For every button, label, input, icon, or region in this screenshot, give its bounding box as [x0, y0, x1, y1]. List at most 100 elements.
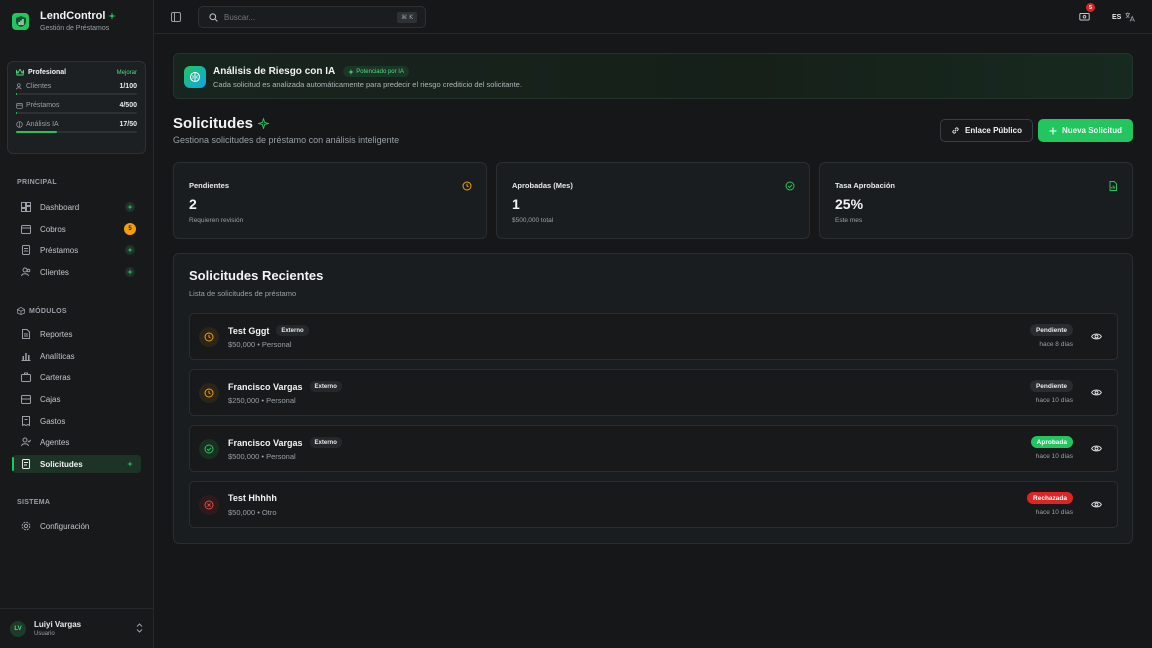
- sidebar-item-prestamos[interactable]: Préstamos: [12, 241, 141, 259]
- sidebar-item-agentes[interactable]: Agentes: [12, 433, 141, 451]
- sparkle-icon: [125, 202, 135, 212]
- sidebar-item-reportes[interactable]: Reportes: [12, 325, 141, 343]
- search-box[interactable]: ⌘ K: [198, 6, 426, 28]
- recent-requests-panel: Solicitudes Recientes Lista de solicitud…: [173, 253, 1133, 544]
- source-tag: Externo: [309, 437, 342, 448]
- usage-value-analisis: 17/50: [119, 121, 137, 128]
- sidebar: LendControl Gestión de Préstamos Profesi…: [0, 0, 154, 648]
- status-badge: Pendiente: [1029, 324, 1073, 336]
- sidebar-item-label: Solicitudes: [40, 459, 83, 469]
- sidebar-item-dashboard[interactable]: Dashboard: [12, 198, 141, 216]
- page-subtitle: Gestiona solicitudes de préstamo con aná…: [173, 135, 400, 145]
- brain-icon: [184, 66, 206, 88]
- page-title: Solicitudes: [173, 115, 254, 132]
- applicant-name: Test Gggt: [228, 325, 270, 336]
- usage-value-prestamos: 4/500: [119, 102, 137, 109]
- file-chart-icon: [1109, 181, 1117, 191]
- sidebar-item-cobros[interactable]: Cobros 5: [12, 220, 141, 238]
- brand[interactable]: LendControl Gestión de Préstamos: [12, 10, 117, 32]
- user-menu[interactable]: LV Luiyi Vargas Usuario: [0, 608, 153, 648]
- panel-subtitle: Lista de solicitudes de préstamo: [189, 289, 297, 298]
- sidebar-item-label: Gastos: [40, 416, 66, 426]
- eye-icon[interactable]: [1091, 500, 1102, 509]
- plan-card: Profesional Mejorar Clientes 1/100 Prést…: [7, 61, 146, 154]
- user-role: Usuario: [34, 631, 55, 637]
- banner-title: Análisis de Riesgo con IA: [213, 66, 336, 77]
- bar-chart-icon: [20, 351, 31, 362]
- users-icon: [20, 267, 31, 278]
- sidebar-item-label: Carteras: [40, 372, 71, 382]
- chevron-up-down-icon: [136, 623, 143, 633]
- clock-icon: [199, 327, 219, 347]
- sidebar-item-label: Préstamos: [40, 245, 79, 255]
- file-text-icon: [20, 329, 31, 340]
- cash-register-icon: [20, 394, 31, 405]
- sidebar-item-carteras[interactable]: Carteras: [12, 368, 141, 386]
- new-request-button[interactable]: Nueva Solicitud: [1038, 119, 1133, 142]
- request-row[interactable]: Test Gggt Externo $50,000 • Personal Pend…: [189, 313, 1118, 360]
- sidebar-item-cajas[interactable]: Cajas: [12, 390, 141, 408]
- stat-value: 1: [512, 196, 520, 212]
- stat-title: Aprobadas (Mes): [512, 181, 573, 190]
- sidebar-item-label: Configuración: [40, 521, 90, 531]
- stat-value: 2: [189, 196, 197, 212]
- sparkle-icon: [125, 245, 135, 255]
- sparkle-icon: [125, 267, 135, 277]
- crown-icon: [16, 69, 24, 76]
- eye-icon[interactable]: [1091, 444, 1102, 453]
- language-switcher[interactable]: ES: [1112, 12, 1136, 22]
- sparkle-icon: [258, 118, 270, 129]
- user-name: Luiyi Vargas: [34, 620, 82, 629]
- section-sistema: SISTEMA: [17, 499, 51, 506]
- stat-title: Tasa Aprobación: [835, 181, 896, 190]
- request-row[interactable]: Test Hhhhh $50,000 • Otro Rechazada hace…: [189, 481, 1118, 528]
- file-check-icon: [20, 459, 31, 470]
- request-row[interactable]: Francisco Vargas Externo $500,000 • Perso…: [189, 425, 1118, 472]
- notifications-button[interactable]: 5: [1079, 3, 1095, 23]
- source-tag: Externo: [309, 381, 342, 392]
- usage-label-prestamos: Préstamos: [26, 102, 60, 109]
- stat-card-aprobadas: Aprobadas (Mes) 1 $500,000 total: [496, 162, 810, 239]
- applicant-name: Test Hhhhh: [228, 493, 277, 503]
- usage-value-clientes: 1/100: [119, 83, 137, 90]
- eye-icon[interactable]: [1091, 332, 1102, 341]
- sidebar-item-clientes[interactable]: Clientes: [12, 263, 141, 281]
- upgrade-link[interactable]: Mejorar: [117, 70, 137, 76]
- eye-icon[interactable]: [1091, 388, 1102, 397]
- brand-subtitle: Gestión de Préstamos: [40, 25, 110, 32]
- request-row[interactable]: Francisco Vargas Externo $250,000 • Perso…: [189, 369, 1118, 416]
- status-badge: Rechazada: [1027, 492, 1073, 504]
- topbar: ⌘ K 5 ES: [154, 0, 1152, 34]
- sidebar-item-label: Cajas: [40, 394, 61, 404]
- sidebar-item-solicitudes[interactable]: Solicitudes: [12, 455, 141, 473]
- sidebar-toggle-icon[interactable]: [171, 12, 181, 22]
- stat-subtitle: Este mes: [835, 217, 863, 224]
- request-time: hace 10 días: [1035, 509, 1073, 516]
- brain-icon: [16, 121, 23, 128]
- language-code: ES: [1112, 13, 1122, 21]
- sidebar-item-configuracion[interactable]: Configuración: [12, 517, 141, 535]
- request-detail: $50,000 • Otro: [228, 508, 277, 517]
- request-detail: $250,000 • Personal: [228, 396, 296, 405]
- clock-icon: [199, 383, 219, 403]
- stat-value: 25%: [835, 196, 864, 212]
- sparkle-icon: [108, 12, 117, 20]
- sidebar-item-analiticas[interactable]: Analíticas: [12, 347, 141, 365]
- shortcut-hint: ⌘ K: [397, 12, 417, 23]
- section-modulos: MÓDULOS: [17, 307, 67, 315]
- applicant-name: Francisco Vargas: [228, 437, 303, 448]
- cobros-count-badge: 5: [124, 223, 136, 235]
- clock-icon: [462, 181, 472, 191]
- public-link-button[interactable]: Enlace Público: [940, 119, 1033, 142]
- request-time: hace 10 días: [1035, 397, 1073, 404]
- request-time: hace 8 días: [1039, 341, 1073, 348]
- search-input[interactable]: [224, 12, 384, 22]
- sidebar-item-label: Reportes: [40, 329, 73, 339]
- status-badge: Aprobada: [1030, 436, 1073, 448]
- status-badge: Pendiente: [1029, 380, 1073, 392]
- usage-bar-clientes: [16, 93, 137, 95]
- banner-description: Cada solicitud es analizada automáticame…: [213, 80, 522, 89]
- user-check-icon: [20, 437, 31, 448]
- sidebar-item-gastos[interactable]: Gastos: [12, 412, 141, 430]
- ai-powered-chip: Potenciado por IA: [343, 66, 409, 77]
